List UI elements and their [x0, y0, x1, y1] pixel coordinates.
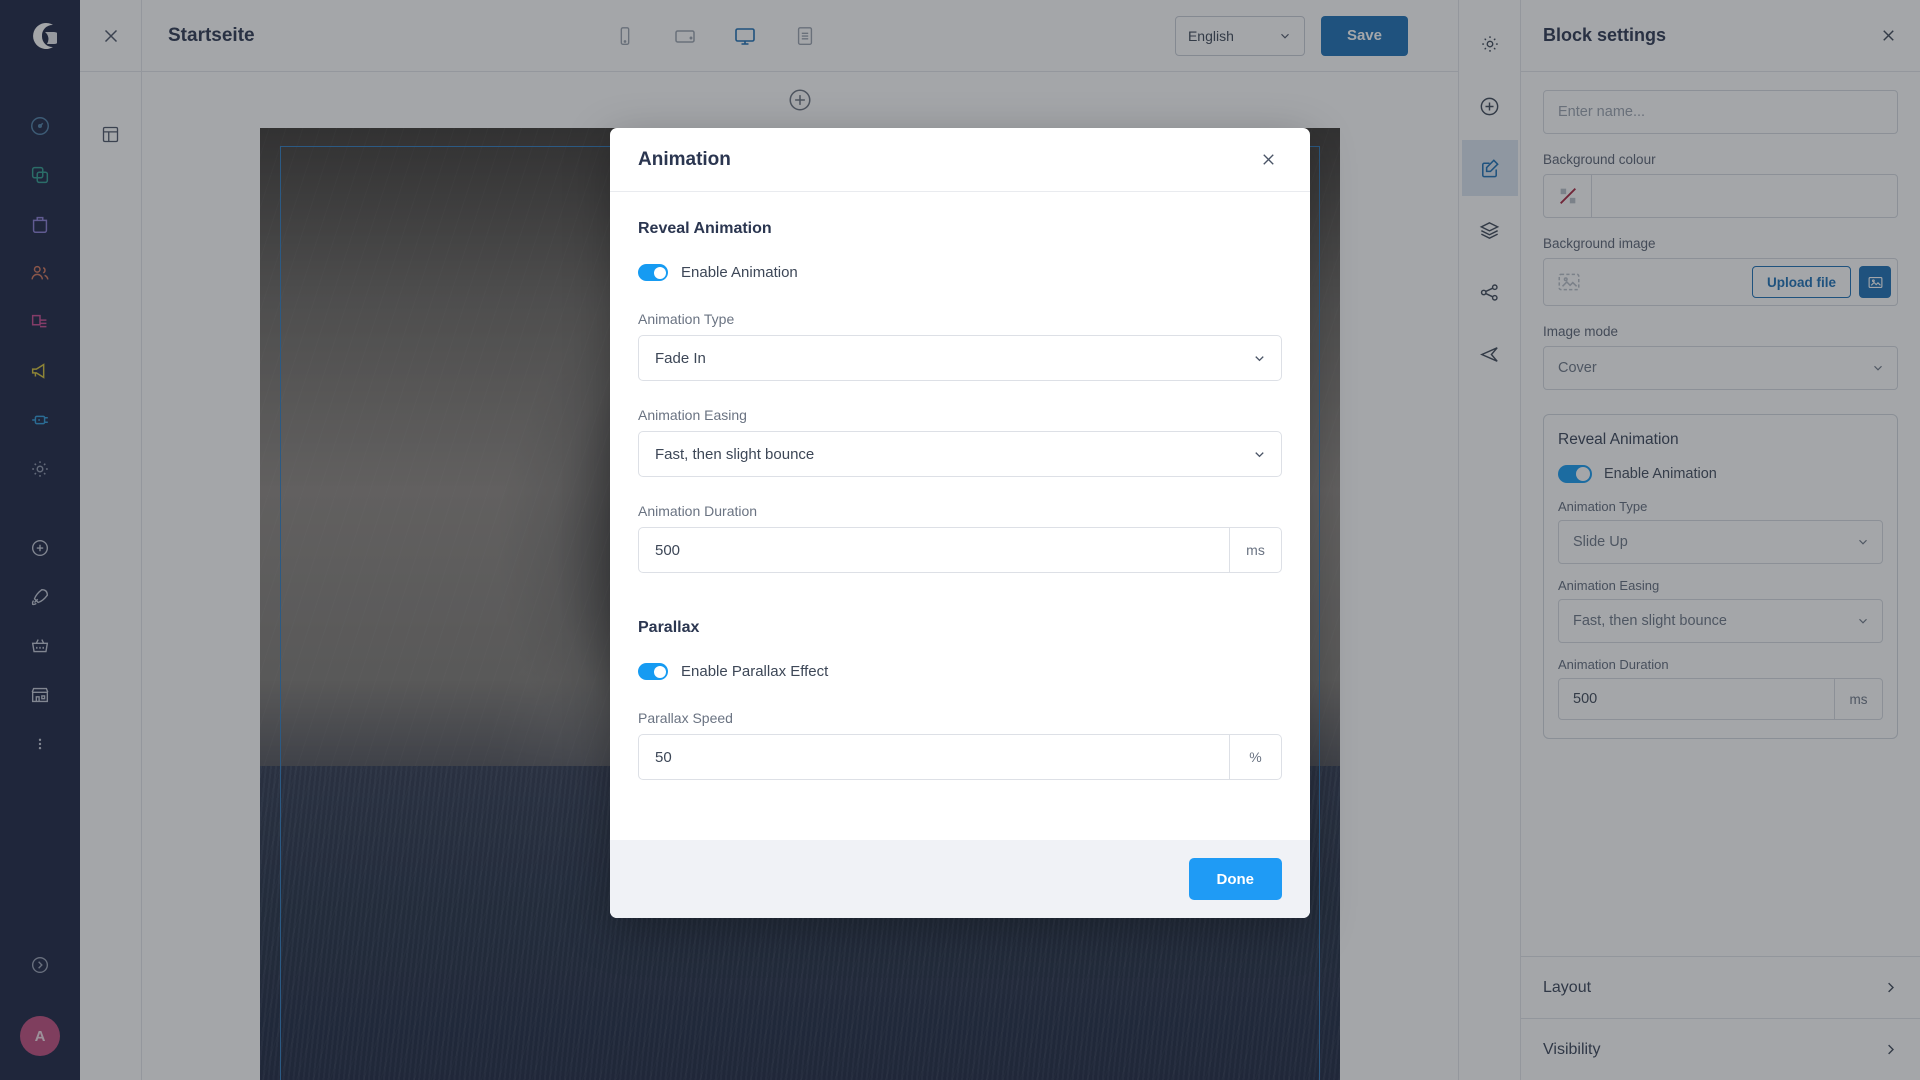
animation-modal-header: Animation: [610, 128, 1310, 192]
done-button[interactable]: Done: [1188, 858, 1282, 900]
modal-enable-animation-toggle[interactable]: [638, 264, 668, 281]
modal-parallax-speed-unit: %: [1229, 735, 1281, 779]
modal-parallax-speed-input[interactable]: 50: [639, 735, 1229, 779]
modal-animation-easing-label: Animation Easing: [638, 407, 747, 423]
toggle-knob: [653, 266, 666, 279]
animation-modal-title: Animation: [638, 148, 731, 170]
modal-parallax-speed-field: Parallax Speed 50 %: [638, 710, 1282, 780]
modal-animation-type-select[interactable]: Fade In: [638, 335, 1282, 381]
modal-animation-type-field: Animation Type Fade In: [638, 311, 1282, 381]
modal-enable-parallax-toggle[interactable]: [638, 663, 668, 680]
modal-animation-easing-select[interactable]: Fast, then slight bounce: [638, 431, 1282, 477]
modal-parallax-speed-label: Parallax Speed: [638, 710, 733, 726]
modal-animation-type-value: Fade In: [655, 349, 706, 367]
modal-animation-duration-label: Animation Duration: [638, 503, 758, 519]
modal-enable-parallax-row[interactable]: Enable Parallax Effect: [638, 663, 1282, 680]
modal-animation-type-label: Animation Type: [638, 311, 735, 327]
modal-enable-animation-row[interactable]: Enable Animation: [638, 264, 1282, 281]
modal-animation-easing-value: Fast, then slight bounce: [655, 445, 815, 463]
toggle-knob: [653, 665, 666, 678]
modal-animation-duration-unit: ms: [1229, 528, 1281, 572]
modal-enable-animation-label: Enable Animation: [681, 264, 798, 281]
animation-modal-body: Reveal Animation Enable Animation Animat…: [610, 192, 1310, 840]
modal-enable-parallax-label: Enable Parallax Effect: [681, 663, 829, 680]
application-root: A Startseite English Save Block settings…: [0, 0, 1920, 1080]
modal-animation-duration-control: 500 ms: [638, 527, 1282, 573]
close-icon: [1262, 154, 1274, 165]
modal-reveal-section-title: Reveal Animation: [638, 220, 772, 237]
animation-modal: Animation Reveal Animation Enable Animat…: [610, 128, 1310, 918]
animation-modal-footer: Done: [610, 840, 1310, 918]
modal-parallax-speed-control: 50 %: [638, 734, 1282, 780]
chevron-down-icon: [1255, 355, 1264, 361]
modal-animation-duration-input[interactable]: 500: [639, 528, 1229, 572]
animation-modal-close-button[interactable]: [1254, 146, 1282, 174]
chevron-down-icon: [1255, 451, 1264, 457]
modal-animation-duration-field: Animation Duration 500 ms: [638, 503, 1282, 573]
modal-parallax-section-title: Parallax: [638, 619, 700, 636]
modal-animation-easing-field: Animation Easing Fast, then slight bounc…: [638, 407, 1282, 477]
